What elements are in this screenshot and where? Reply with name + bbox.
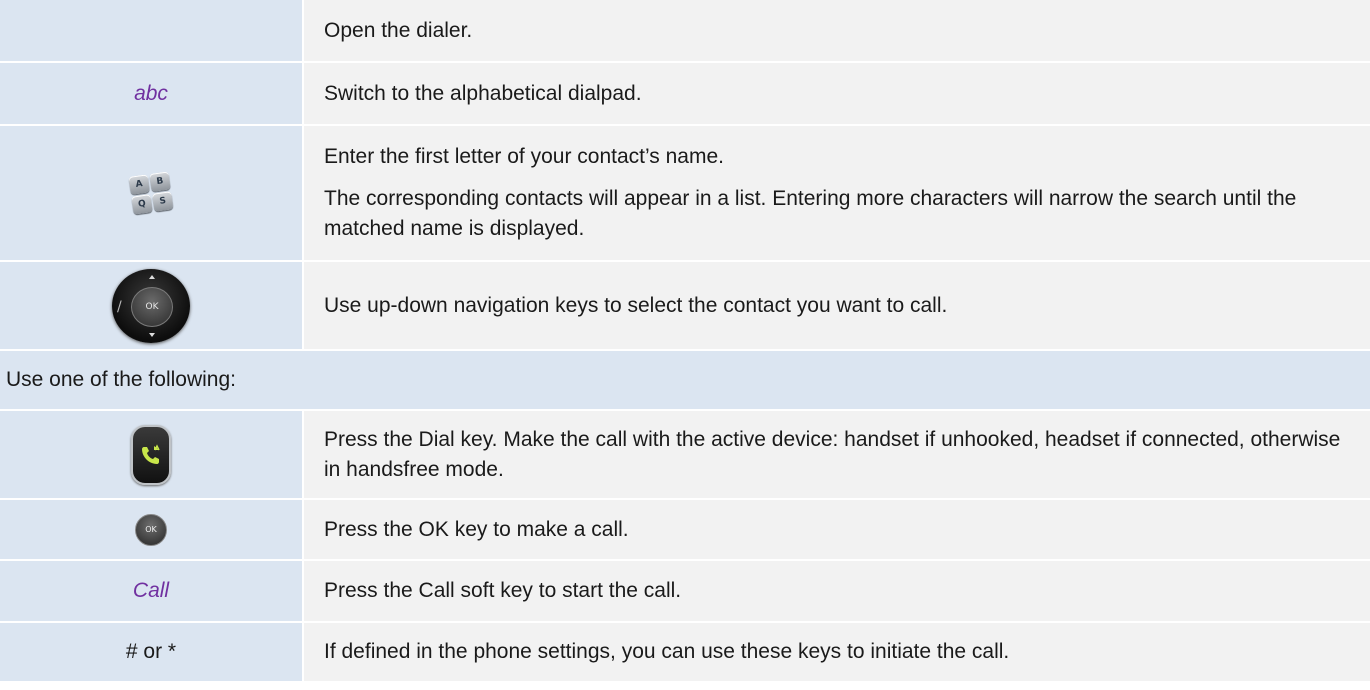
description-cell: Open the dialer. bbox=[304, 0, 1370, 61]
description-text: The corresponding contacts will appear i… bbox=[324, 187, 1297, 240]
description-text: If defined in the phone settings, you ca… bbox=[324, 640, 1010, 663]
call-softkey-label: Call bbox=[132, 579, 170, 602]
description-cell: If defined in the phone settings, you ca… bbox=[304, 623, 1370, 681]
table-row: Press the Dial key. Make the call with t… bbox=[0, 411, 1370, 500]
down-arrow-icon bbox=[149, 332, 155, 337]
table-row: Call Press the Call soft key to start th… bbox=[0, 561, 1370, 623]
key-cell: OK bbox=[0, 500, 304, 559]
separator-slash: / bbox=[117, 298, 122, 315]
description-text: Use up-down navigation keys to select th… bbox=[324, 293, 948, 317]
table-row: Open the dialer. bbox=[0, 0, 1370, 63]
instruction-table: Open the dialer. abc Switch to the alpha… bbox=[0, 0, 1370, 683]
key-cell: abc bbox=[0, 63, 304, 124]
key-cell bbox=[0, 0, 304, 61]
description-cell: Switch to the alphabetical dialpad. bbox=[304, 63, 1370, 124]
description-text: Enter the first letter of your contact’s… bbox=[324, 145, 724, 168]
table-row: OK Press the OK key to make a call. bbox=[0, 500, 1370, 561]
dial-key-icon bbox=[131, 424, 171, 485]
description-text: Press the Call soft key to start the cal… bbox=[324, 579, 682, 602]
section-header: Use one of the following: bbox=[0, 351, 1370, 409]
description-text: Press the Dial key. Make the call with t… bbox=[324, 427, 1341, 481]
hash-star-key-label: # or * bbox=[125, 640, 177, 663]
key-cell: A B Q S bbox=[0, 126, 304, 260]
description-text: Open the dialer. bbox=[324, 18, 473, 42]
abc-softkey-label: abc bbox=[134, 81, 168, 105]
description-text: Switch to the alphabetical dialpad. bbox=[324, 81, 642, 105]
key-cell bbox=[0, 411, 304, 498]
description-cell: Use up-down navigation keys to select th… bbox=[304, 262, 1370, 349]
navigation-ok-keys-icon: / OK bbox=[106, 266, 196, 346]
up-arrow-icon bbox=[149, 274, 155, 279]
table-row: abc Switch to the alphabetical dialpad. bbox=[0, 63, 1370, 126]
section-header-row: Use one of the following: bbox=[0, 351, 1370, 411]
table-row: # or * If defined in the phone settings,… bbox=[0, 623, 1370, 683]
description-cell: Press the OK key to make a call. bbox=[304, 500, 1370, 559]
phone-handset-icon bbox=[142, 443, 160, 464]
description-cell: Press the Call soft key to start the cal… bbox=[304, 561, 1370, 621]
key-cell: / OK bbox=[0, 262, 304, 349]
description-cell: Enter the first letter of your contact’s… bbox=[304, 126, 1370, 260]
table-row: / OK Use up-down navigation keys to sele… bbox=[0, 262, 1370, 351]
description-cell: Press the Dial key. Make the call with t… bbox=[304, 411, 1370, 498]
alphabetical-keypad-icon: A B Q S bbox=[126, 169, 175, 217]
key-cell: # or * bbox=[0, 623, 304, 681]
description-text: Press the OK key to make a call. bbox=[324, 517, 629, 541]
ok-key-icon: OK bbox=[135, 513, 167, 546]
key-cell: Call bbox=[0, 561, 304, 621]
ok-label: OK bbox=[131, 286, 173, 327]
table-row: A B Q S Enter the first letter of your c… bbox=[0, 126, 1370, 262]
